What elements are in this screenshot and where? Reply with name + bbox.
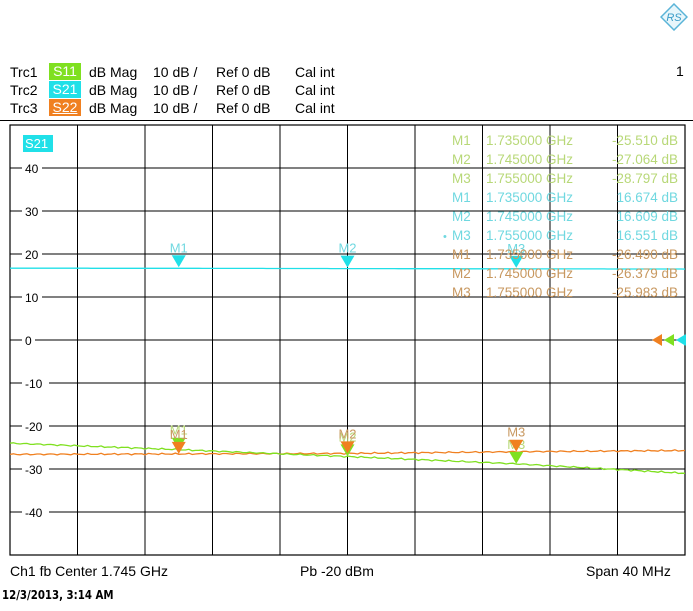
y-tick-label: -10 xyxy=(25,377,43,391)
marker-table-freq: 1.745000 GHz xyxy=(486,152,573,167)
ref-level-arrow-s21 xyxy=(676,334,686,346)
marker-table-name: M2 xyxy=(452,209,471,224)
y-tick-label: -40 xyxy=(25,506,43,520)
marker-label-s21: M1 xyxy=(170,240,188,255)
channel-center-info: Ch1 fb Center 1.745 GHz xyxy=(10,563,168,579)
active-trace-label: S21 xyxy=(25,136,48,151)
marker-label-s22: M2 xyxy=(338,426,356,441)
y-tick-label: 0 xyxy=(25,334,32,348)
marker-table-freq: 1.755000 GHz xyxy=(486,228,573,243)
active-marker-dot: • xyxy=(443,231,447,243)
marker-table-value: -25.510 dB xyxy=(612,133,678,148)
marker-label-s22: M3 xyxy=(507,425,525,440)
marker-table-freq: 1.735000 GHz xyxy=(486,190,573,205)
marker-triangle-s21 xyxy=(171,255,186,268)
marker-triangle-s22 xyxy=(171,441,186,454)
marker-table-value: -26.379 dB xyxy=(612,266,678,281)
marker-table-name: M3 xyxy=(452,285,471,300)
marker-triangle-s21 xyxy=(340,255,355,268)
marker-table-value: -27.064 dB xyxy=(612,152,678,167)
marker-table-value: -26.490 dB xyxy=(612,247,678,262)
marker-table-freq: 1.745000 GHz xyxy=(486,209,573,224)
power-info: Pb -20 dBm xyxy=(300,563,374,579)
marker-table-freq: 1.735000 GHz xyxy=(486,247,573,262)
marker-table-name: M1 xyxy=(452,190,471,205)
marker-table-name: M1 xyxy=(452,247,471,262)
marker-table-freq: 1.735000 GHz xyxy=(486,133,573,148)
marker-triangle-s11 xyxy=(509,451,524,464)
marker-table-freq: 1.755000 GHz xyxy=(486,285,573,300)
y-tick-label: 20 xyxy=(25,248,39,262)
marker-label-s21: M2 xyxy=(338,241,356,256)
grid xyxy=(9,124,686,556)
ref-level-arrow-s22 xyxy=(652,334,662,346)
marker-table-name: M2 xyxy=(452,152,471,167)
marker-table-value: 16.609 dB xyxy=(616,209,678,224)
marker-table-value: 16.551 dB xyxy=(616,228,678,243)
marker-label-s22: M1 xyxy=(170,427,188,442)
marker-table-value: -25.983 dB xyxy=(612,285,678,300)
marker-table-name: M3 xyxy=(452,228,471,243)
marker-table-name: M2 xyxy=(452,266,471,281)
marker-table-name: M1 xyxy=(452,133,471,148)
chart-area[interactable]: M1 M2 M3 M1 M2 M3 M1 M2 M3 M1 1.735000 GHz -25.510… xyxy=(0,0,693,611)
y-tick-label: 30 xyxy=(25,205,39,219)
y-tick-label: 10 xyxy=(25,291,39,305)
trace-line-s21 xyxy=(10,267,686,270)
y-tick-label: 40 xyxy=(25,162,39,176)
ref-level-arrow-s11 xyxy=(664,334,674,346)
y-tick-label: -30 xyxy=(25,463,43,477)
marker-table-value: 16.674 dB xyxy=(616,190,678,205)
marker-table-value: -28.797 dB xyxy=(612,171,678,186)
marker-table-freq: 1.745000 GHz xyxy=(486,266,573,281)
timestamp: 12/3/2013, 3:14 AM xyxy=(2,588,114,602)
span-info: Span 40 MHz xyxy=(586,563,671,579)
marker-table: M1 1.735000 GHz -25.510 dB M2 1.745000 GHz -2… xyxy=(443,133,678,300)
marker-table-name: M3 xyxy=(452,171,471,186)
marker-table-freq: 1.755000 GHz xyxy=(486,171,573,186)
y-tick-label: -20 xyxy=(25,420,43,434)
